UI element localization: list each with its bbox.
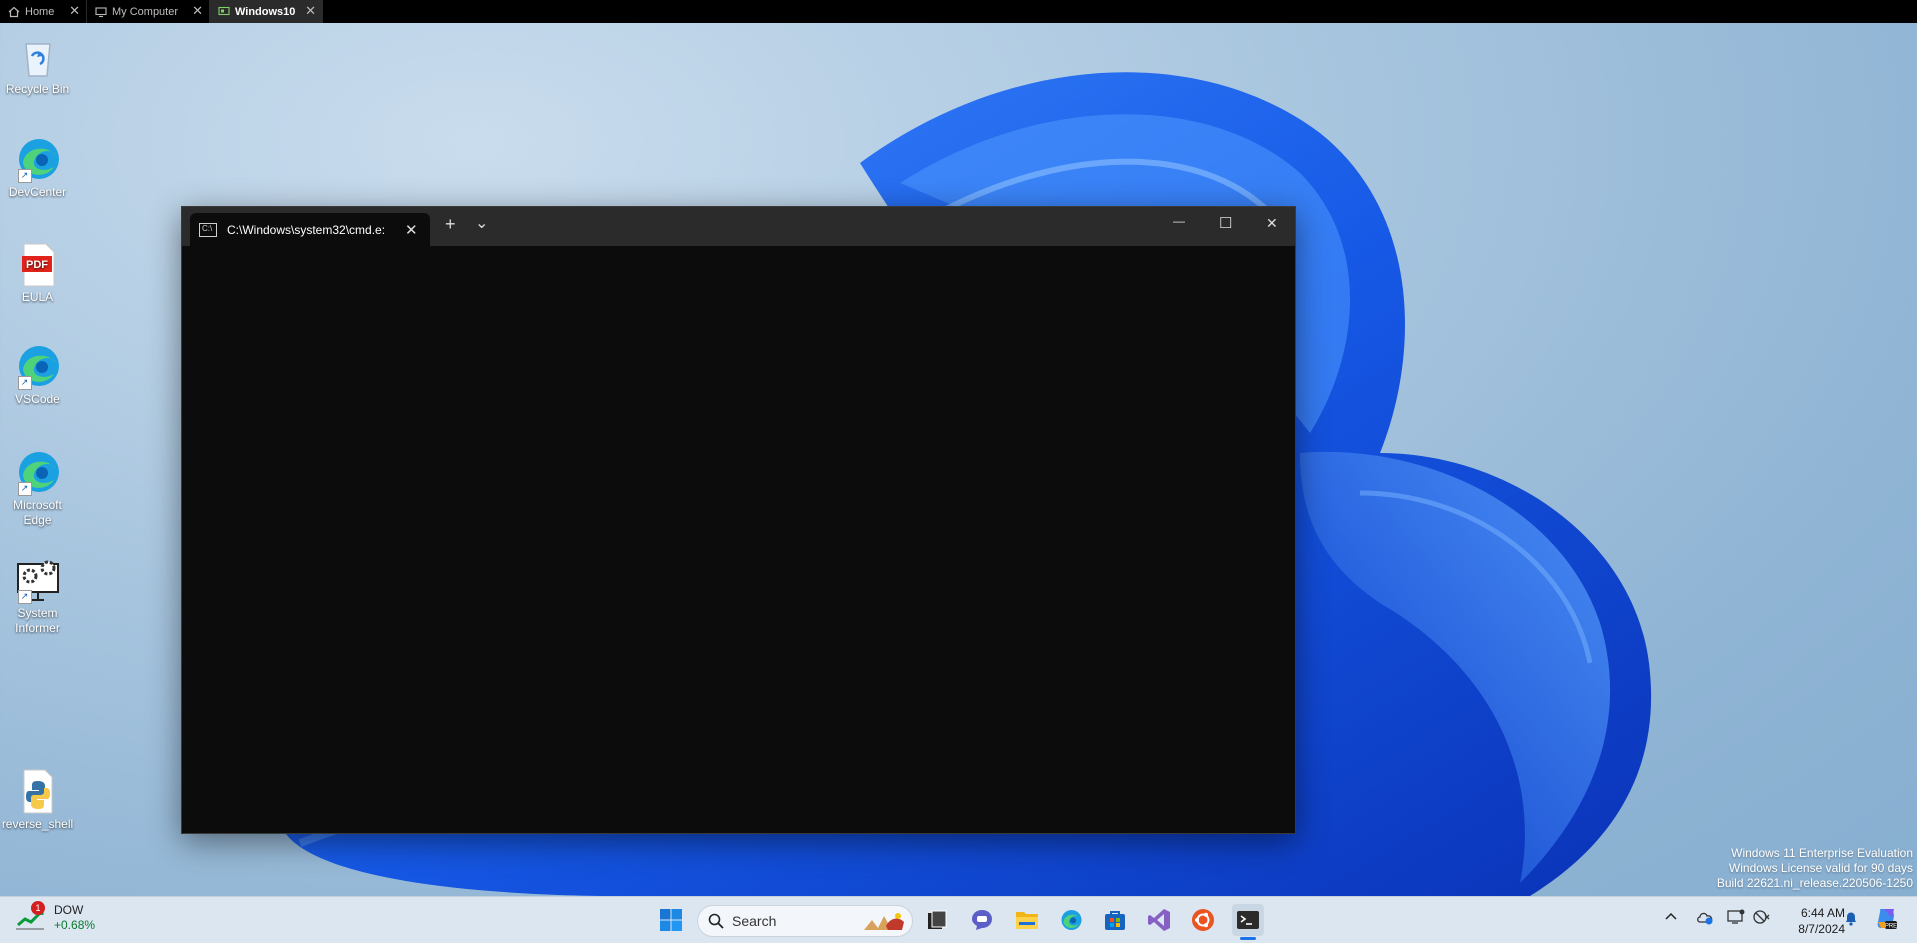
vm-tab-label: Home (25, 5, 55, 18)
bell-icon (1846, 912, 1856, 926)
network-icon (1753, 910, 1770, 924)
terminal-title-bar[interactable]: C:\ C:\Windows\system32\cmd.e: ✕ + ⌄ — ☐… (182, 207, 1295, 246)
terminal-window[interactable]: C:\ C:\Windows\system32\cmd.e: ✕ + ⌄ — ☐… (181, 206, 1296, 834)
desktop-icon-label: VSCode (15, 392, 60, 406)
ubuntu-button[interactable] (1187, 904, 1219, 936)
svg-text:PRE: PRE (1885, 924, 1897, 930)
notification-bell-button[interactable] (1843, 910, 1859, 929)
watermark-line: Build 22621.ni_release.220506-1250 (1716, 876, 1913, 890)
vm-tab-label: Windows10 (235, 5, 296, 18)
cmd-icon: C:\ (199, 222, 217, 237)
desktop-icon-system-informer[interactable]: ↗ System Informer (0, 556, 75, 636)
desktop-icon-devcenter[interactable]: ↗ DevCenter (0, 135, 75, 200)
terminal-taskbar-button[interactable] (1232, 904, 1264, 936)
active-app-indicator (1240, 937, 1256, 940)
network-volume-tray[interactable] (1753, 909, 1771, 928)
close-icon[interactable]: ✕ (405, 221, 418, 239)
system-informer-icon: ↗ (14, 556, 62, 604)
desktop-icon-reverse-shell[interactable]: reverse_shell (0, 767, 75, 832)
terminal-tab-title: C:\Windows\system32\cmd.e: (227, 222, 386, 237)
recycle-bin-icon (14, 32, 62, 80)
show-hidden-icons-button[interactable] (1664, 909, 1678, 926)
edge-icon: ↗ (14, 135, 62, 183)
desktop-icon-label: DevCenter (8, 185, 67, 199)
vm-tab-label: My Computer (112, 5, 179, 18)
edge-icon: ↗ (14, 448, 62, 496)
file-explorer-button[interactable] (1011, 904, 1043, 936)
evaluation-watermark: Windows 11 Enterprise Evaluation Windows… (1717, 846, 1913, 891)
start-button[interactable] (655, 904, 687, 936)
copilot-button[interactable]: PRE (1874, 906, 1898, 933)
edge-taskbar-button[interactable] (1055, 904, 1087, 936)
terminal-tab[interactable]: C:\ C:\Windows\system32\cmd.e: ✕ (190, 213, 430, 246)
vm-tab-my-computer[interactable]: My Computer ✕ (87, 0, 210, 23)
onedrive-tray[interactable] (1696, 909, 1714, 928)
terminal-icon (1237, 911, 1259, 929)
python-file-icon (14, 767, 62, 815)
start-icon (660, 909, 682, 931)
vm-icon (218, 6, 230, 15)
stock-name: DOW (54, 903, 84, 917)
desktop-icon-vscode[interactable]: ↗ VSCode (0, 342, 75, 407)
teams-chat-button[interactable] (966, 904, 998, 936)
teams-chat-icon (972, 910, 992, 930)
watermark-line: Windows 11 Enterprise Evaluation (1731, 846, 1913, 860)
cloud-icon (1697, 912, 1713, 925)
desktop-icon-microsoft-edge[interactable]: ↗ Microsoft Edge (0, 448, 75, 528)
copilot-icon: PRE (1877, 909, 1897, 930)
desktop-icon-label: Microsoft Edge (13, 498, 62, 527)
search-highlight-icon (864, 913, 904, 930)
task-view-button[interactable] (921, 904, 953, 936)
desktop-icon-label: reverse_shell (1, 817, 74, 831)
watermark-line: Windows License valid for 90 days (1728, 861, 1913, 875)
vm-tab-strip: Home ✕ My Computer ✕ Windows10 ✕ (0, 0, 1917, 23)
search-placeholder: Search (732, 913, 777, 929)
search-icon (708, 913, 724, 929)
monitor-icon (1727, 909, 1745, 924)
close-window-button[interactable]: ✕ (1266, 215, 1278, 232)
clock-date: 8/7/2024 (1798, 922, 1845, 936)
task-view-icon (928, 910, 947, 929)
stock-widget[interactable]: 1 DOW +0.68% (14, 901, 96, 933)
maximize-button[interactable]: ☐ (1219, 214, 1232, 232)
notification-badge: 1 (31, 901, 45, 915)
desktop-icon-label: EULA (21, 290, 54, 304)
desktop-icon-recycle-bin[interactable]: Recycle Bin (0, 32, 75, 97)
edge-icon: ↗ (14, 342, 62, 390)
stock-change: +0.68% (54, 918, 96, 932)
close-icon[interactable]: ✕ (69, 3, 80, 19)
close-icon[interactable]: ✕ (192, 3, 203, 19)
tab-dropdown-button[interactable]: ⌄ (475, 213, 488, 233)
desktop-icon-label: Recycle Bin (5, 82, 70, 96)
system-clock[interactable]: 6:44 AM 8/7/2024 (1798, 905, 1845, 937)
store-icon (1105, 911, 1125, 930)
vm-tab-home[interactable]: Home ✕ (0, 0, 87, 23)
minimize-button[interactable]: — (1173, 214, 1185, 228)
terminal-output[interactable] (182, 246, 1295, 833)
pdf-badge-text: PDF (26, 259, 48, 271)
chevron-up-icon (1665, 912, 1677, 920)
clock-time: 6:44 AM (1800, 906, 1845, 920)
monitor-icon (95, 6, 107, 17)
visual-studio-button[interactable] (1143, 904, 1175, 936)
vm-tab-windows10[interactable]: Windows10 ✕ (210, 0, 323, 23)
pdf-icon: PDF (14, 240, 62, 288)
visual-studio-icon (1148, 909, 1170, 931)
home-icon (8, 6, 20, 17)
taskbar: 1 DOW +0.68% Search 6:44 AM 8/7/2024 PRE (0, 896, 1917, 943)
store-button[interactable] (1099, 904, 1131, 936)
close-icon[interactable]: ✕ (305, 3, 316, 19)
edge-icon (1061, 910, 1082, 930)
new-tab-button[interactable]: + (445, 214, 456, 235)
display-tray[interactable] (1727, 909, 1745, 928)
search-box[interactable]: Search (697, 905, 913, 937)
desktop-icon-eula[interactable]: PDF EULA (0, 240, 75, 305)
ubuntu-icon (1192, 909, 1214, 931)
file-explorer-icon (1016, 912, 1038, 929)
desktop-icon-label: System Informer (15, 606, 60, 635)
